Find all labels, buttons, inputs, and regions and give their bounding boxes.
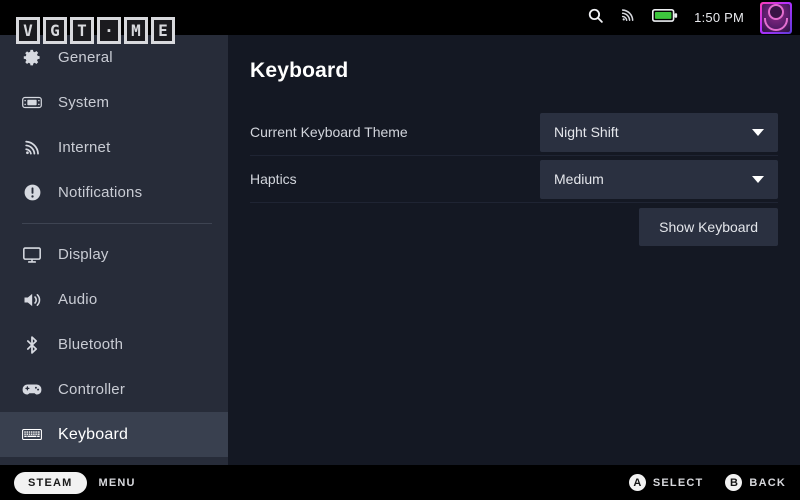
sidebar-item-bluetooth[interactable]: Bluetooth — [0, 322, 228, 367]
wifi-icon — [22, 138, 42, 158]
system-clock: 1:50 PM — [694, 10, 744, 25]
sidebar-item-label: Internet — [58, 139, 111, 156]
search-icon[interactable] — [587, 7, 604, 29]
b-button-icon: B — [725, 474, 743, 491]
steamdeck-icon — [22, 93, 42, 113]
sidebar-item-system[interactable]: System — [0, 80, 228, 125]
setting-row-show-keyboard: Show Keyboard — [250, 203, 778, 250]
setting-label: Current Keyboard Theme — [250, 124, 408, 140]
hint-label: SELECT — [652, 476, 704, 489]
show-keyboard-button[interactable]: Show Keyboard — [639, 207, 778, 246]
gamepad-icon — [22, 380, 42, 400]
dropdown-value: Medium — [554, 171, 604, 187]
sidebar-item-label: Controller — [58, 381, 126, 398]
setting-label: Haptics — [250, 171, 297, 187]
bottom-action-bar: STEAM MENU A SELECT B BACK — [0, 465, 800, 500]
settings-sidebar: General System Internet Notifications Di… — [0, 35, 228, 465]
wifi-icon[interactable] — [620, 7, 636, 28]
sidebar-item-controller[interactable]: Controller — [0, 367, 228, 412]
status-icons-group: 1:50 PM — [587, 0, 800, 35]
bottom-right-hints: A SELECT B BACK — [628, 474, 786, 491]
sidebar-item-keyboard[interactable]: Keyboard — [0, 412, 228, 457]
battery-icon — [652, 8, 678, 28]
bottom-left-group: STEAM MENU — [0, 471, 136, 494]
setting-row-haptics: Haptics Medium — [250, 156, 778, 203]
alert-circle-icon — [22, 183, 42, 203]
bluetooth-icon — [22, 335, 42, 355]
hint-label: BACK — [749, 476, 786, 489]
avatar-image — [762, 3, 790, 32]
a-button-icon: A — [628, 474, 646, 491]
steam-button[interactable]: STEAM — [14, 471, 87, 494]
sidebar-item-notifications[interactable]: Notifications — [0, 170, 228, 215]
sidebar-item-label: Notifications — [58, 184, 143, 201]
speaker-icon — [22, 290, 42, 310]
top-status-bar: 1:50 PM — [0, 0, 800, 35]
sidebar-divider — [22, 223, 212, 224]
sidebar-item-label: Keyboard — [58, 425, 129, 443]
gear-icon — [22, 48, 42, 68]
sidebar-item-label: Bluetooth — [58, 336, 124, 353]
sidebar-item-label: Audio — [58, 291, 98, 308]
sidebar-item-audio[interactable]: Audio — [0, 277, 228, 322]
sidebar-item-label: Display — [58, 246, 109, 263]
chevron-down-icon — [752, 128, 764, 136]
hint-back: B BACK — [725, 474, 786, 491]
sidebar-item-label: General — [58, 49, 113, 66]
keyboard-icon — [22, 425, 42, 445]
sidebar-item-general[interactable]: General — [0, 35, 228, 80]
settings-main-panel: Keyboard Current Keyboard Theme Night Sh… — [228, 35, 800, 465]
current-keyboard-theme-dropdown[interactable]: Night Shift — [540, 112, 778, 152]
steam-deck-settings-screen: 1:50 PM V G T · M E General System Inter… — [0, 0, 800, 500]
chevron-down-icon — [752, 175, 764, 183]
sidebar-item-display[interactable]: Display — [0, 232, 228, 277]
page-title: Keyboard — [250, 59, 349, 82]
haptics-dropdown[interactable]: Medium — [540, 159, 778, 199]
menu-label: MENU — [98, 476, 136, 489]
avatar[interactable] — [760, 1, 792, 34]
monitor-icon — [22, 245, 42, 265]
hint-select: A SELECT — [628, 474, 704, 491]
dropdown-value: Night Shift — [554, 124, 619, 140]
setting-row-current-keyboard-theme: Current Keyboard Theme Night Shift — [250, 109, 778, 156]
sidebar-item-internet[interactable]: Internet — [0, 125, 228, 170]
sidebar-item-label: System — [58, 94, 110, 111]
